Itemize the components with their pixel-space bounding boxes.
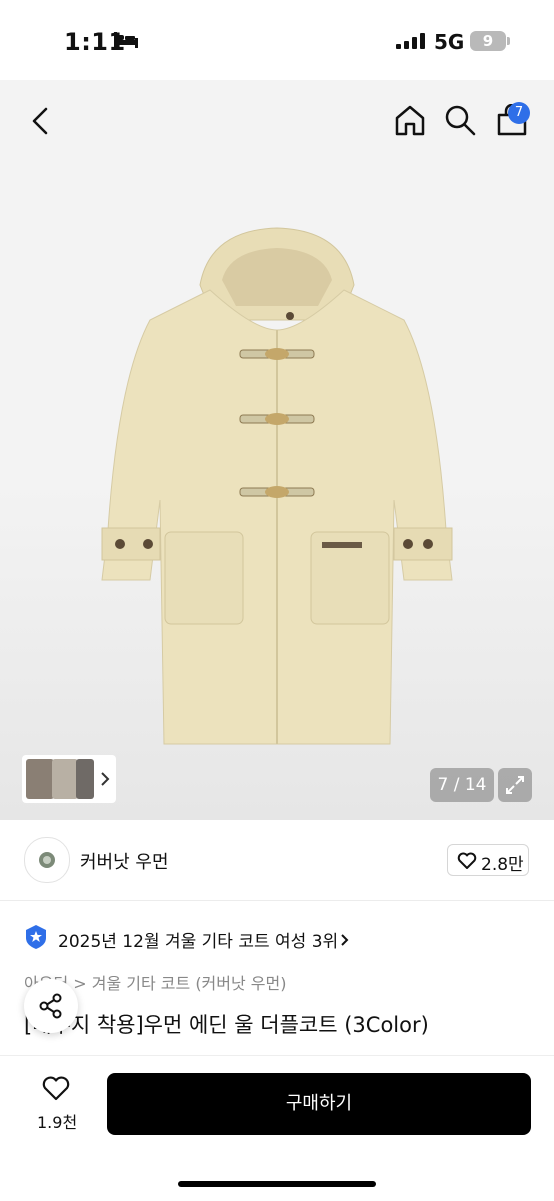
share-icon — [39, 993, 62, 1019]
wishlist-count: 1.9천 — [37, 1113, 78, 1132]
share-button[interactable] — [24, 979, 78, 1033]
heart-icon — [457, 852, 477, 869]
chevron-right-icon — [341, 934, 349, 946]
battery-level: 9 — [470, 31, 506, 51]
search-icon[interactable] — [444, 104, 476, 136]
buy-button[interactable]: 구매하기 — [107, 1073, 531, 1135]
product-title: [배우지 착용]우먼 에딘 울 더플코트 (3Color) — [24, 1013, 429, 1037]
brand-name[interactable]: 커버낫 우먼 — [80, 848, 169, 874]
home-indicator — [178, 1181, 376, 1187]
chevron-right-icon — [101, 772, 110, 786]
sleep-mode-icon — [114, 32, 138, 48]
top-nav-bar — [0, 90, 554, 150]
brand-like-button[interactable]: 2.8만 — [447, 844, 529, 876]
thumbnail-image[interactable] — [76, 759, 94, 799]
expand-icon — [506, 776, 524, 794]
home-icon[interactable] — [393, 103, 427, 137]
image-page-counter: 7 / 14 — [430, 768, 494, 802]
wishlist-heart-icon[interactable] — [41, 1076, 71, 1102]
brand-logo-icon — [39, 852, 55, 868]
brand-like-count: 2.8만 — [481, 855, 524, 875]
thumbnail-image[interactable] — [26, 759, 54, 799]
coat-illustration — [101, 227, 453, 745]
cart-count-badge: 7 — [508, 102, 530, 124]
ranking-text: 2025년 12월 겨울 기타 코트 여성 3위 — [58, 932, 339, 952]
thumbnail-strip[interactable] — [22, 755, 116, 803]
expand-button[interactable] — [498, 768, 532, 802]
status-bar: 1:11 5G 9 — [0, 0, 554, 80]
cellular-signal-icon — [396, 33, 425, 49]
product-image[interactable] — [0, 80, 554, 820]
network-type: 5G — [434, 30, 465, 54]
ranking-badge-icon — [26, 925, 46, 949]
back-icon[interactable] — [28, 106, 52, 136]
brand-logo[interactable] — [24, 837, 70, 883]
battery-tip — [507, 37, 510, 45]
thumbnail-image[interactable] — [52, 759, 78, 799]
brand-row[interactable]: 커버낫 우먼 2.8만 — [0, 820, 554, 901]
